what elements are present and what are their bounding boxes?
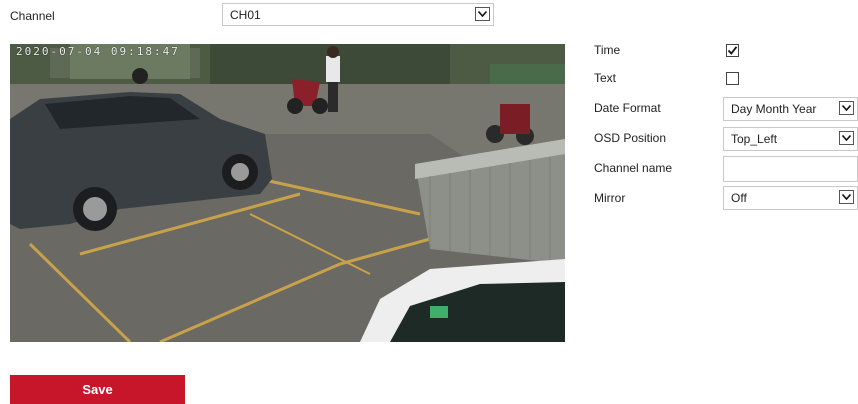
chevron-down-icon xyxy=(475,7,490,21)
camera-preview: 2020-07-04 09:18:47 xyxy=(10,44,565,342)
mirror-select[interactable]: Off xyxy=(723,186,858,210)
osd-position-select[interactable]: Top_Left xyxy=(723,127,858,151)
chevron-down-icon xyxy=(839,101,854,115)
date-format-label: Date Format xyxy=(594,101,661,115)
channel-label: Channel xyxy=(10,9,55,23)
channel-select-value: CH01 xyxy=(230,8,261,22)
time-label: Time xyxy=(594,43,621,57)
save-button[interactable]: Save xyxy=(10,375,185,404)
mirror-label: Mirror xyxy=(594,191,626,205)
channel-name-input[interactable] xyxy=(723,156,858,182)
text-label: Text xyxy=(594,71,617,85)
channel-name-label: Channel name xyxy=(594,161,673,175)
chevron-down-icon xyxy=(839,190,854,204)
time-checkbox[interactable] xyxy=(726,44,739,57)
text-checkbox[interactable] xyxy=(726,72,739,85)
osd-timestamp: 2020-07-04 09:18:47 xyxy=(16,45,180,58)
channel-select[interactable]: CH01 xyxy=(222,3,494,26)
chevron-down-icon xyxy=(839,131,854,145)
checkmark-icon xyxy=(727,46,738,55)
mirror-value: Off xyxy=(731,191,747,205)
osd-position-label: OSD Position xyxy=(594,131,667,145)
date-format-value: Day Month Year xyxy=(731,102,817,116)
date-format-select[interactable]: Day Month Year xyxy=(723,97,858,121)
osd-position-value: Top_Left xyxy=(731,132,778,146)
